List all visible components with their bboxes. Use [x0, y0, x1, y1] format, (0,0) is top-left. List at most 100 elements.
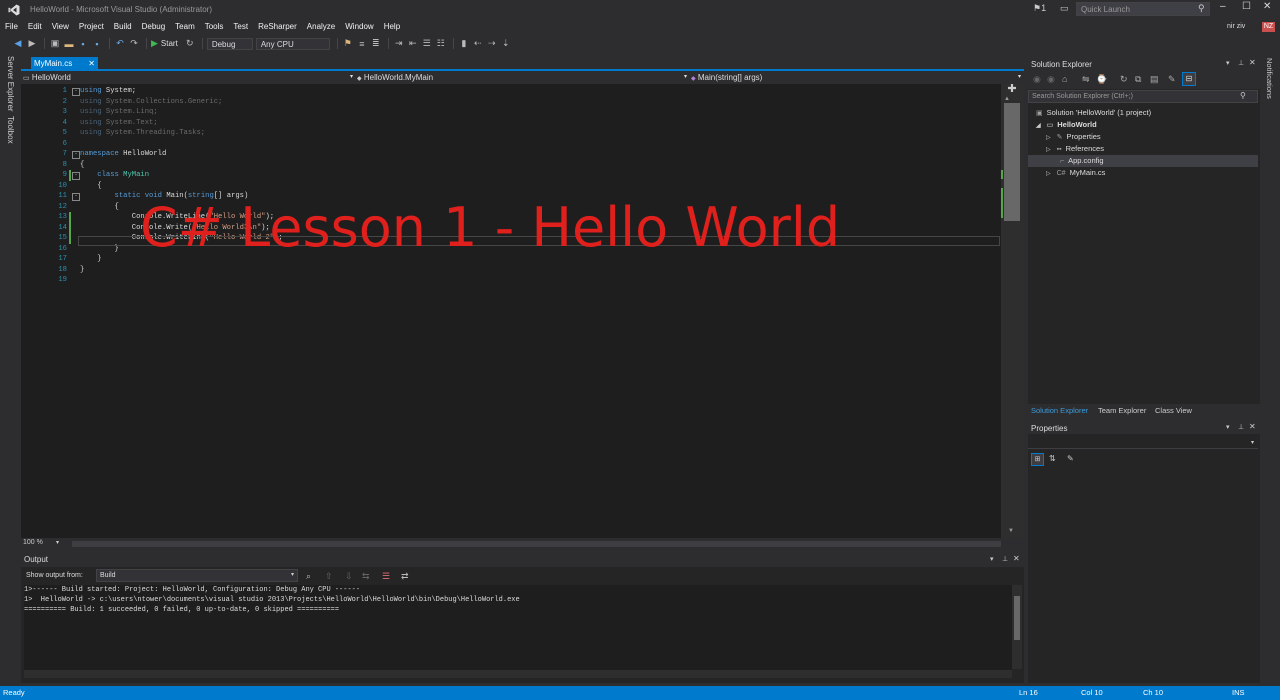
- forward-icon[interactable]: ▶: [26, 38, 38, 49]
- tree-app-config[interactable]: ⌐ App.config: [1060, 155, 1104, 167]
- pin-icon[interactable]: ⊥: [1002, 555, 1008, 563]
- menu-team[interactable]: Team: [170, 20, 200, 34]
- show-all-files-icon[interactable]: ▤: [1150, 74, 1159, 85]
- sync-icon[interactable]: ⇋: [1082, 74, 1090, 85]
- server-explorer-tab[interactable]: Server Explorer: [6, 56, 15, 112]
- close-panel-icon[interactable]: ✕: [1249, 422, 1256, 431]
- menu-edit[interactable]: Edit: [23, 20, 47, 34]
- start-button[interactable]: ▶ Start: [151, 38, 178, 49]
- window-position-icon[interactable]: ▾: [1226, 423, 1230, 431]
- code-line[interactable]: {: [80, 160, 84, 171]
- output-source-dropdown[interactable]: Build ▾: [96, 569, 298, 582]
- editor-horizontal-scrollbar[interactable]: [72, 541, 1001, 547]
- scroll-up-icon[interactable]: ▲: [1004, 96, 1010, 102]
- code-line[interactable]: using System;: [80, 86, 136, 97]
- refresh-icon[interactable]: ↻: [184, 38, 196, 49]
- alphabetical-icon[interactable]: ⇅: [1049, 454, 1056, 463]
- member-dropdown[interactable]: ◆ Main(string[] args) ▾: [691, 71, 1021, 84]
- new-project-icon[interactable]: ▣: [49, 38, 61, 49]
- refresh-icon[interactable]: ↻: [1120, 74, 1128, 85]
- redo-icon[interactable]: ↷: [128, 38, 140, 49]
- select-icon[interactable]: ☷: [435, 38, 447, 49]
- tree-properties[interactable]: ▷ ✎ Properties: [1046, 131, 1101, 143]
- avatar[interactable]: NZ: [1262, 22, 1275, 32]
- platform-dropdown[interactable]: Any CPU: [255, 37, 330, 50]
- code-line[interactable]: {: [80, 202, 119, 213]
- property-pages-icon[interactable]: ✎: [1067, 454, 1074, 463]
- code-editor[interactable]: 1- using System; 2 using System.Collections…: [21, 84, 1002, 538]
- toggle-wrap-icon[interactable]: ⇄: [401, 571, 409, 582]
- forward-icon[interactable]: ◉: [1047, 74, 1055, 85]
- tab-class-view[interactable]: Class View: [1155, 406, 1192, 415]
- window-position-icon[interactable]: ▾: [990, 555, 994, 563]
- code-line[interactable]: {: [80, 181, 101, 192]
- solution-search-input[interactable]: Search Solution Explorer (Ctrl+;): [1028, 90, 1258, 103]
- prev-bookmark-icon[interactable]: ⇠: [472, 38, 484, 49]
- home-icon[interactable]: ⌂: [1062, 74, 1067, 84]
- chevron-down-icon[interactable]: ▾: [56, 539, 59, 546]
- project-dropdown[interactable]: ▭ HelloWorld ▾: [23, 71, 353, 84]
- code-line[interactable]: }: [80, 254, 101, 265]
- pin-icon[interactable]: ⊥: [1238, 59, 1244, 67]
- scrollbar-thumb[interactable]: [1014, 596, 1020, 640]
- clear-all-icon[interactable]: ☰: [382, 571, 390, 582]
- menu-tools[interactable]: Tools: [200, 20, 229, 34]
- collapse-icon[interactable]: -: [72, 172, 80, 180]
- comment-icon[interactable]: ≡: [356, 39, 368, 49]
- menu-help[interactable]: Help: [379, 20, 405, 34]
- menu-view[interactable]: View: [47, 20, 74, 34]
- close-panel-icon[interactable]: ✕: [1249, 58, 1256, 67]
- menu-window[interactable]: Window: [340, 20, 378, 34]
- pending-changes-icon[interactable]: ⌚: [1096, 74, 1107, 85]
- class-dropdown[interactable]: ◆ HelloWorld.MyMain ▾: [357, 71, 687, 84]
- feedback-icon[interactable]: ▭: [1060, 3, 1069, 14]
- collapse-icon[interactable]: -: [72, 88, 80, 96]
- open-file-icon[interactable]: ▬: [63, 39, 75, 49]
- menu-build[interactable]: Build: [109, 20, 137, 34]
- minimize-button[interactable]: ‒: [1220, 1, 1226, 12]
- next-message-icon[interactable]: ⇩: [345, 571, 353, 582]
- code-line[interactable]: using System.Threading.Tasks;: [80, 128, 205, 139]
- expanded-arrow-icon[interactable]: ◢: [1036, 123, 1041, 129]
- tree-mymain-cs[interactable]: ▷ C# MyMain.cs: [1046, 167, 1105, 179]
- clear-bookmarks-icon[interactable]: ⇣: [500, 38, 512, 49]
- scroll-down-icon[interactable]: ▼: [1008, 528, 1014, 534]
- collapsed-arrow-icon[interactable]: ▷: [1046, 171, 1051, 177]
- close-panel-icon[interactable]: ✕: [1013, 554, 1020, 563]
- menu-debug[interactable]: Debug: [137, 20, 171, 34]
- previous-message-icon[interactable]: ⇧: [325, 571, 333, 582]
- code-line[interactable]: namespace HelloWorld: [80, 149, 166, 160]
- toolbox-tab[interactable]: Toolbox: [6, 116, 15, 144]
- tree-references[interactable]: ▷ ▪▪ References: [1046, 143, 1104, 155]
- code-line[interactable]: using System.Text;: [80, 118, 158, 129]
- zoom-level[interactable]: 100 %: [23, 539, 43, 546]
- tree-project[interactable]: ◢ ▭ HelloWorld: [1036, 119, 1097, 131]
- collapse-icon[interactable]: -: [72, 151, 80, 159]
- categorized-icon[interactable]: ⊞: [1031, 453, 1044, 466]
- user-name[interactable]: nir ziv: [1227, 23, 1245, 30]
- notification-flag-icon[interactable]: ⚑1: [1033, 3, 1046, 14]
- back-icon[interactable]: ◀: [12, 38, 24, 49]
- notifications-tab[interactable]: Notifications: [1265, 58, 1274, 99]
- next-bookmark-icon[interactable]: ⇢: [486, 38, 498, 49]
- chevron-down-icon[interactable]: ▾: [1251, 439, 1254, 446]
- save-icon[interactable]: ▪: [77, 39, 89, 49]
- tab-team-explorer[interactable]: Team Explorer: [1098, 406, 1146, 415]
- code-line[interactable]: using System.Linq;: [80, 107, 158, 118]
- collapsed-arrow-icon[interactable]: ▷: [1046, 135, 1051, 141]
- close-window-button[interactable]: ✕: [1263, 1, 1271, 12]
- menu-analyze[interactable]: Analyze: [302, 20, 340, 34]
- menu-test[interactable]: Test: [228, 20, 253, 34]
- back-icon[interactable]: ◉: [1033, 74, 1041, 85]
- tab-solution-explorer[interactable]: Solution Explorer: [1031, 406, 1088, 415]
- format-icon[interactable]: ☰: [421, 38, 433, 49]
- maximize-button[interactable]: ☐: [1242, 1, 1251, 12]
- collapsed-arrow-icon[interactable]: ▷: [1046, 147, 1051, 153]
- object-selector-dropdown[interactable]: [1028, 437, 1258, 449]
- menu-resharper[interactable]: ReSharper: [253, 20, 302, 34]
- split-window-icon[interactable]: ✚: [1003, 84, 1021, 95]
- scrollbar-thumb[interactable]: [1004, 103, 1020, 221]
- bookmark-icon[interactable]: ▮: [458, 38, 470, 49]
- output-horizontal-scrollbar[interactable]: [24, 670, 1012, 678]
- go-to-message-icon[interactable]: ⌕: [306, 571, 311, 582]
